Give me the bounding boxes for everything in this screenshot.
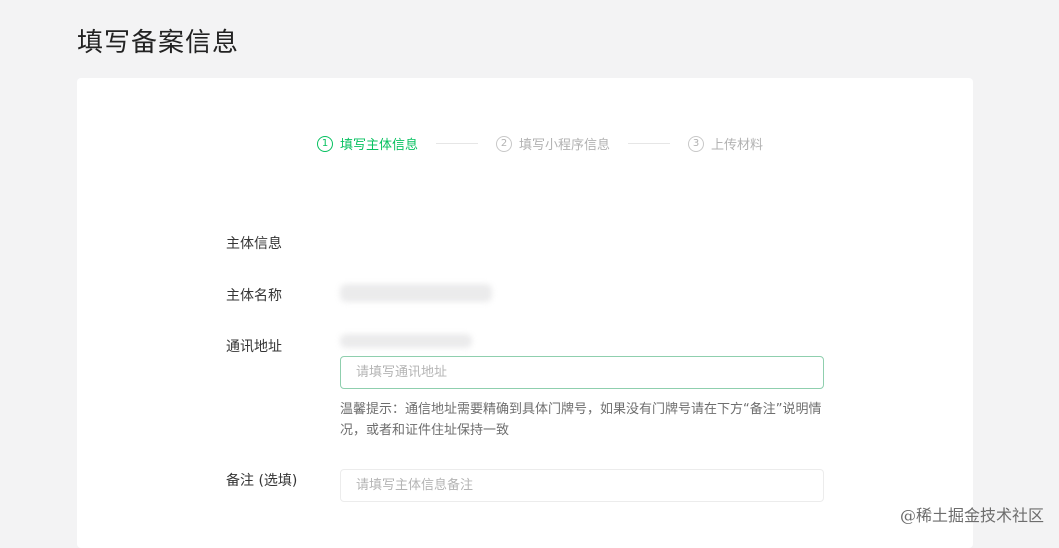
remark-input[interactable] (340, 469, 824, 502)
step-2: 2 填写小程序信息 (496, 134, 610, 153)
address-label: 通讯地址 (226, 339, 282, 355)
watermark: @稀土掘金技术社区 (899, 506, 1044, 525)
page-title: 填写备案信息 (77, 28, 240, 58)
step-divider (436, 143, 479, 144)
remark-label: 备注 (选填) (226, 473, 298, 489)
section-title: 主体信息 (226, 236, 282, 252)
address-value-redacted (340, 334, 472, 348)
step-label: 上传材料 (711, 138, 764, 153)
step-number-icon: 2 (496, 135, 513, 152)
address-input[interactable] (340, 356, 824, 389)
step-label: 填写小程序信息 (519, 138, 611, 153)
step-3: 3 上传材料 (688, 134, 763, 153)
subject-name-value-redacted (340, 284, 492, 302)
form-card: 1 填写主体信息 2 填写小程序信息 3 上传材料 主体信息 主体名称 通讯地址… (77, 78, 973, 548)
step-indicator: 1 填写主体信息 2 填写小程序信息 3 上传材料 (317, 134, 763, 153)
step-number-icon: 3 (688, 135, 705, 152)
step-divider (628, 143, 671, 144)
step-label: 填写主体信息 (340, 138, 419, 153)
subject-name-label: 主体名称 (226, 288, 282, 304)
step-number-icon: 1 (317, 135, 333, 152)
address-hint: 温馨提示：通信地址需要精确到具体门牌号，如果没有门牌号请在下方“备注”说明情况，… (340, 402, 822, 438)
step-1: 1 填写主体信息 (317, 134, 418, 153)
